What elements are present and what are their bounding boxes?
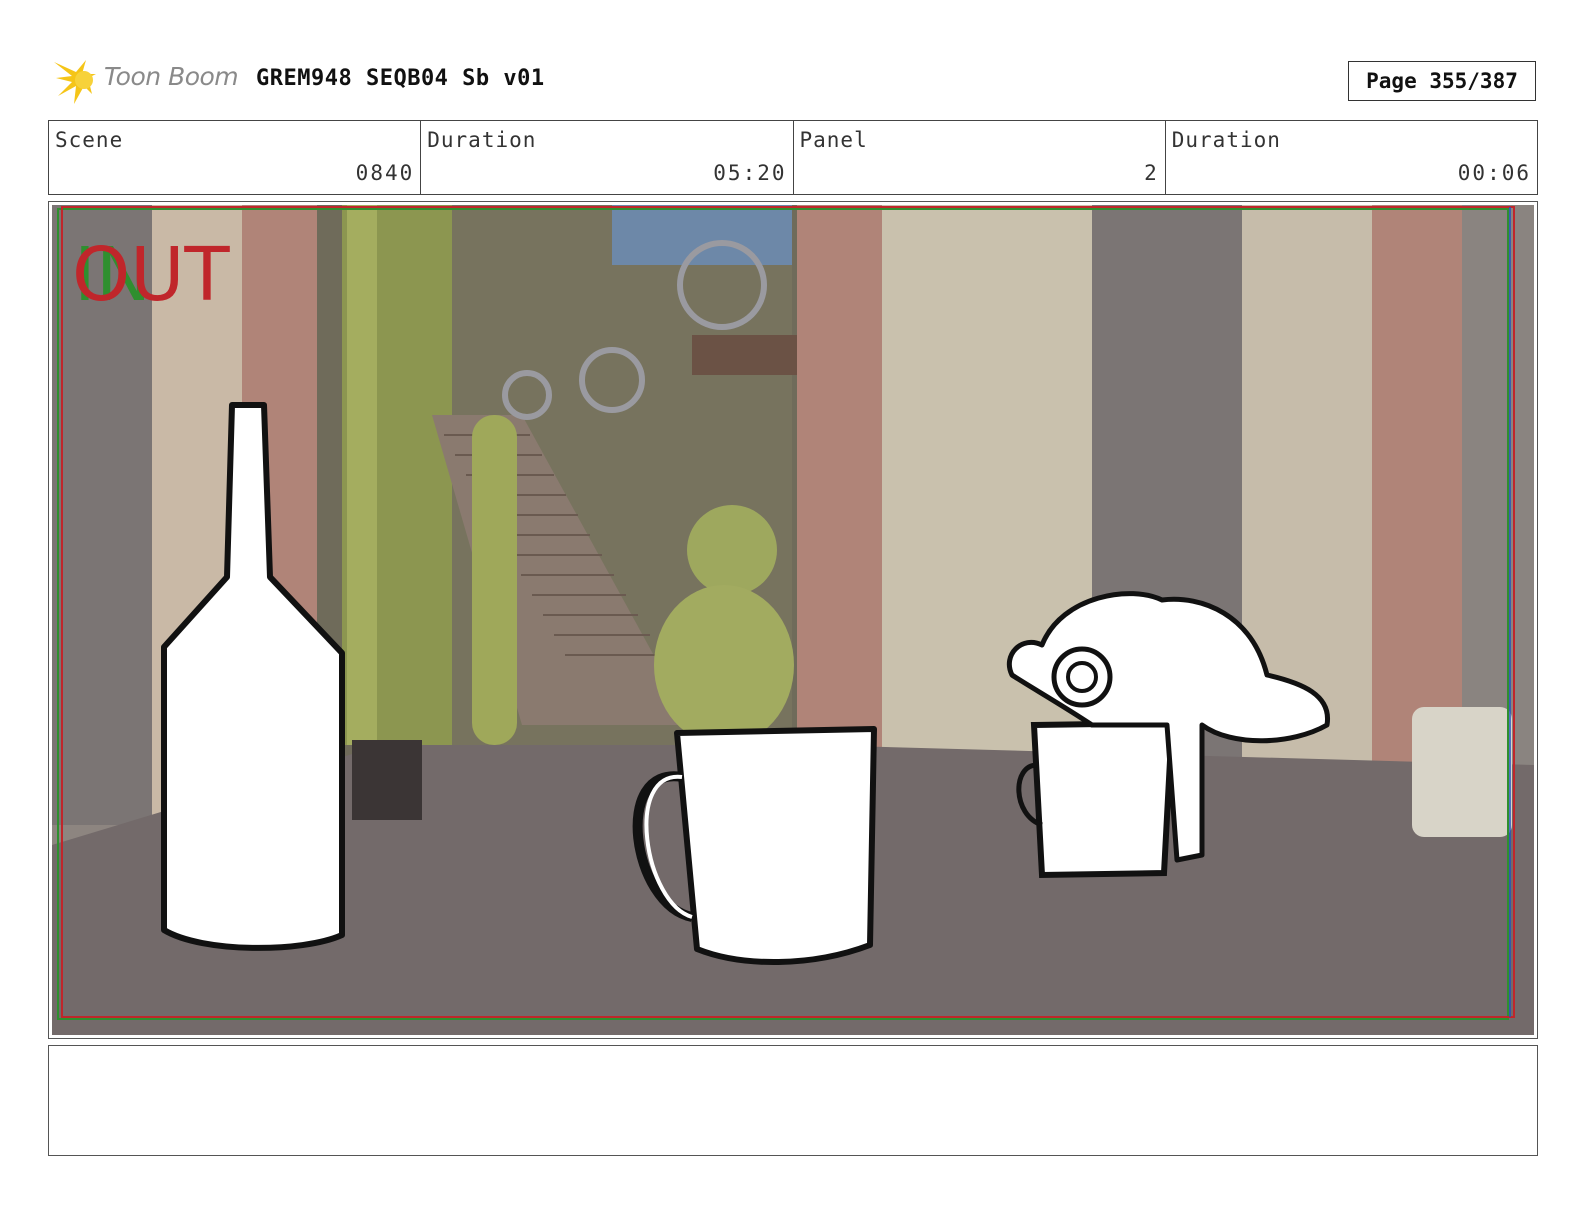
- panel-out-marker: OUT: [72, 232, 230, 318]
- scene-cell: Scene 0840: [49, 121, 422, 194]
- scene-label: Scene: [55, 128, 124, 152]
- page-number-label: Page 355/387: [1366, 69, 1518, 93]
- scene-duration-value: 05:20: [713, 161, 787, 185]
- panel-cell: Panel 2: [794, 121, 1166, 194]
- logo-text: Toon Boom: [104, 62, 239, 91]
- page-number-badge: Page 355/387: [1348, 61, 1536, 101]
- panel-duration-cell: Duration 00:06: [1166, 121, 1537, 194]
- panel-duration-value: 00:06: [1457, 161, 1531, 185]
- storyboard-panel-image: IN OUT: [52, 205, 1534, 1035]
- panel-duration-label: Duration: [1171, 128, 1281, 152]
- panel-label: Panel: [799, 128, 868, 152]
- project-title: GREM948 SEQB04 Sb v01: [256, 66, 545, 91]
- panel-value: 2: [1144, 161, 1159, 185]
- scene-info-row: Scene 0840 Duration 05:20 Panel 2 Durati…: [48, 120, 1538, 195]
- scene-duration-label: Duration: [427, 128, 537, 152]
- panel-notes-box: [48, 1045, 1538, 1156]
- scene-duration-cell: Duration 05:20: [421, 121, 794, 194]
- scene-value: 0840: [355, 161, 415, 185]
